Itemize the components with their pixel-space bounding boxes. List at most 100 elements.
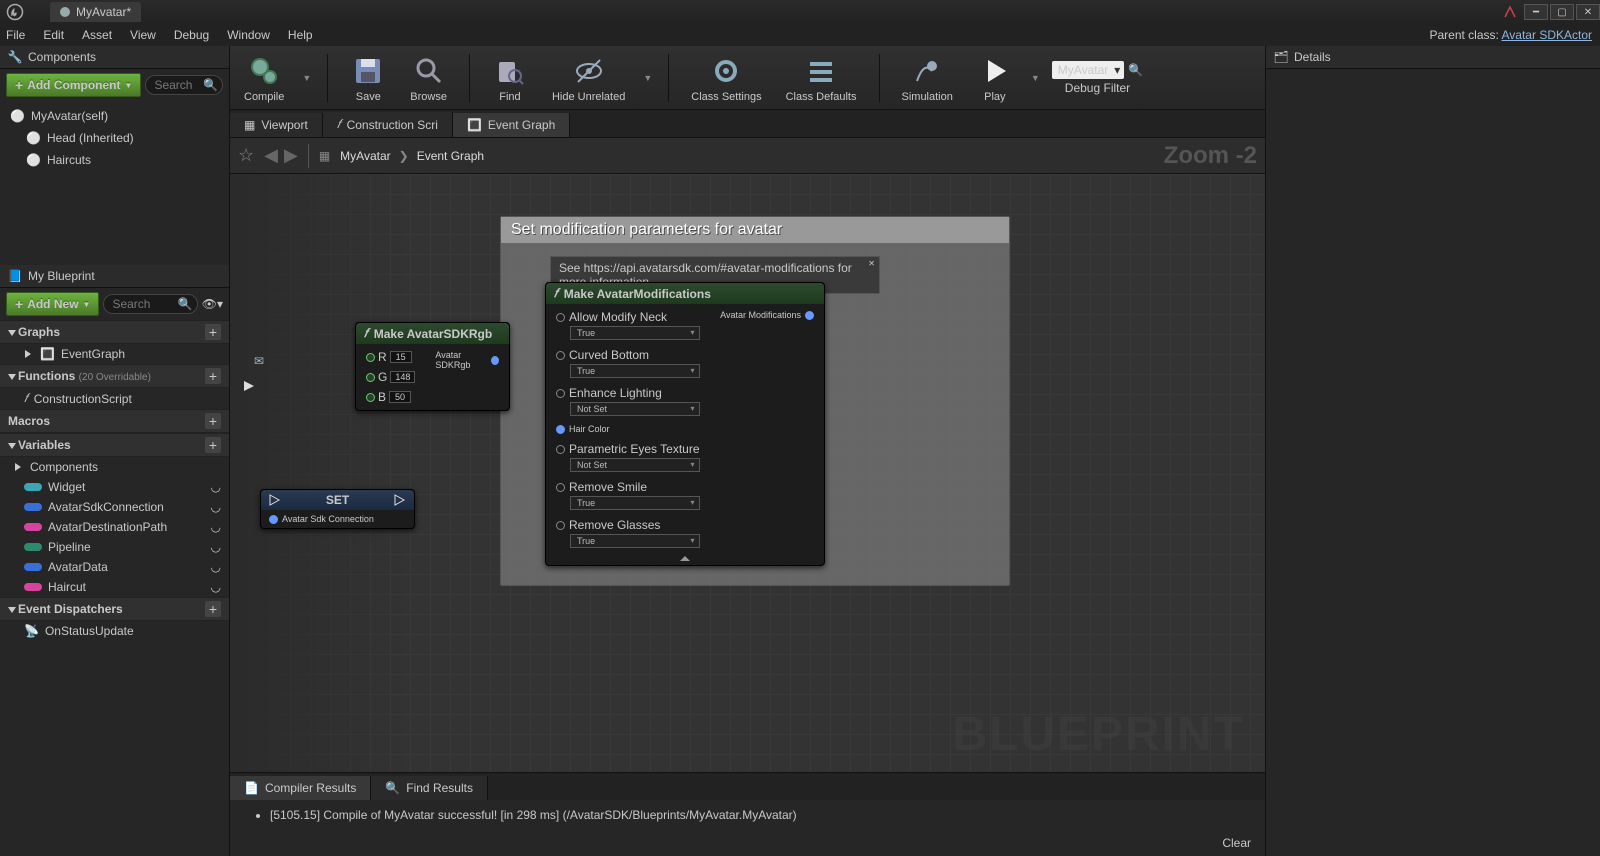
variable-item[interactable]: Haircut◡	[0, 577, 229, 597]
find-button[interactable]: Find	[486, 51, 534, 105]
input-pin[interactable]	[556, 425, 565, 434]
compiler-result-line[interactable]: [5105.15] Compile of MyAvatar successful…	[270, 808, 1245, 822]
visibility-toggle-icon[interactable]: ◡	[211, 500, 221, 514]
variable-item[interactable]: Pipeline◡	[0, 537, 229, 557]
eye-icon[interactable]: 👁▾	[202, 297, 223, 311]
close-button[interactable]: ✕	[1576, 4, 1600, 20]
browse-button[interactable]: Browse	[404, 51, 453, 105]
variable-item[interactable]: Widget◡	[0, 477, 229, 497]
add-dispatcher-button[interactable]: +	[205, 601, 221, 617]
enum-dropdown[interactable]: True	[570, 326, 700, 340]
dispatcher-item[interactable]: 📡OnStatusUpdate	[0, 621, 229, 641]
exec-pin-out[interactable]	[394, 494, 406, 506]
input-pin[interactable]	[556, 483, 565, 492]
variables-sub-components[interactable]: Components	[0, 457, 229, 477]
output-pin-avatar-modifications[interactable]: Avatar Modifications	[720, 310, 814, 320]
value-input[interactable]: 148	[390, 371, 415, 383]
component-item-root[interactable]: ⚪ MyAvatar(self)	[0, 105, 229, 127]
clear-button[interactable]: Clear	[1222, 836, 1251, 850]
components-search-input[interactable]: Search 🔍	[145, 75, 223, 95]
function-item-construction[interactable]: 𝑓ConstructionScript	[0, 388, 229, 409]
value-input[interactable]: 15	[390, 351, 412, 363]
minimize-button[interactable]: ━	[1524, 4, 1548, 20]
visibility-toggle-icon[interactable]: ◡	[211, 480, 221, 494]
nav-back-button[interactable]: ◀	[264, 145, 278, 166]
nav-forward-button[interactable]: ▶	[284, 145, 298, 166]
hide-dropdown-icon[interactable]: ▼	[643, 73, 652, 83]
collapse-up-icon[interactable]	[680, 556, 690, 561]
add-variable-button[interactable]: +	[205, 437, 221, 453]
input-pin[interactable]	[366, 373, 375, 382]
section-variables[interactable]: Variables +	[0, 433, 229, 457]
comment-title[interactable]: Set modification parameters for avatar	[501, 217, 1009, 243]
enum-dropdown[interactable]: True	[570, 534, 700, 548]
enum-dropdown[interactable]: True	[570, 364, 700, 378]
play-button[interactable]: Play	[971, 51, 1019, 105]
tab-find-results[interactable]: 🔍Find Results	[371, 776, 488, 800]
event-graph-canvas[interactable]: ✉ Set modification parameters for avatar…	[230, 174, 1265, 772]
menu-asset[interactable]: Asset	[82, 28, 112, 42]
add-function-button[interactable]: +	[205, 368, 221, 384]
input-pin[interactable]	[556, 351, 565, 360]
close-annotation-icon[interactable]: ✕	[868, 259, 875, 268]
favorite-icon[interactable]: ☆	[238, 145, 254, 166]
add-macro-button[interactable]: +	[205, 413, 221, 429]
enum-dropdown[interactable]: Not Set	[570, 458, 700, 472]
value-input[interactable]: 50	[389, 391, 411, 403]
tab-construction-script[interactable]: 𝑓Construction Scri	[323, 112, 453, 137]
menu-view[interactable]: View	[130, 28, 156, 42]
my-blueprint-header[interactable]: 📘 My Blueprint	[0, 265, 229, 288]
grid-icon[interactable]: ▦	[319, 149, 330, 163]
input-pin[interactable]	[556, 389, 565, 398]
visibility-toggle-icon[interactable]: ◡	[211, 540, 221, 554]
exec-pin-out[interactable]	[242, 379, 256, 396]
parent-class-link[interactable]: Avatar SDKActor	[1502, 28, 1592, 42]
enum-dropdown[interactable]: True	[570, 496, 700, 510]
crumb-asset[interactable]: MyAvatar	[340, 149, 390, 163]
add-component-button[interactable]: +Add Component▼	[6, 73, 141, 97]
output-pin-avatarsdkrgb[interactable]: Avatar SDKRgb	[435, 350, 499, 370]
simulation-button[interactable]: Simulation	[896, 51, 959, 105]
document-tab[interactable]: MyAvatar*	[50, 2, 141, 22]
graph-item-eventgraph[interactable]: 🔳EventGraph	[0, 344, 229, 364]
maximize-button[interactable]: ▢	[1550, 4, 1574, 20]
menu-window[interactable]: Window	[227, 28, 270, 42]
add-new-button[interactable]: +Add New▼	[6, 292, 99, 316]
visibility-toggle-icon[interactable]: ◡	[211, 560, 221, 574]
components-panel-header[interactable]: 🔧 Components	[0, 46, 229, 69]
debug-filter-combo[interactable]: MyAvatar	[1052, 61, 1124, 79]
variable-item[interactable]: AvatarSdkConnection◡	[0, 497, 229, 517]
variable-item[interactable]: AvatarDestinationPath◡	[0, 517, 229, 537]
compile-dropdown-icon[interactable]: ▼	[302, 73, 311, 83]
class-defaults-button[interactable]: Class Defaults	[780, 51, 863, 105]
input-pin[interactable]	[556, 445, 565, 454]
menu-file[interactable]: File	[6, 28, 25, 42]
section-graphs[interactable]: Graphs +	[0, 320, 229, 344]
menu-debug[interactable]: Debug	[174, 28, 209, 42]
compile-button[interactable]: Compile	[238, 51, 290, 105]
tab-viewport[interactable]: ▦Viewport	[230, 113, 323, 137]
input-pin-avatar-sdk-connection[interactable]: Avatar Sdk Connection	[269, 514, 374, 524]
section-dispatchers[interactable]: Event Dispatchers +	[0, 597, 229, 621]
tab-event-graph[interactable]: 🔳Event Graph	[453, 113, 570, 137]
input-pin[interactable]	[366, 393, 375, 402]
details-panel-header[interactable]: 🗂 Details	[1266, 46, 1600, 69]
menu-help[interactable]: Help	[288, 28, 313, 42]
section-macros[interactable]: Macros +	[0, 409, 229, 433]
visibility-toggle-icon[interactable]: ◡	[211, 520, 221, 534]
input-pin[interactable]	[556, 313, 565, 322]
node-make-avatarmodifications[interactable]: 𝑓Make AvatarModifications Allow Modify N…	[545, 282, 825, 566]
enum-dropdown[interactable]: Not Set	[570, 402, 700, 416]
input-pin[interactable]	[556, 521, 565, 530]
tab-compiler-results[interactable]: 📄Compiler Results	[230, 776, 371, 800]
node-make-avatarsdkrgb[interactable]: 𝑓Make AvatarSDKRgb R15G148B50 Avatar SDK…	[355, 322, 510, 411]
hide-unrelated-button[interactable]: Hide Unrelated	[546, 51, 631, 105]
myblueprint-search-input[interactable]: Search 🔍	[103, 294, 197, 314]
component-item-head[interactable]: ⚪ Head (Inherited)	[0, 127, 229, 149]
component-item-haircuts[interactable]: ⚪ Haircuts	[0, 149, 229, 171]
add-graph-button[interactable]: +	[205, 324, 221, 340]
save-button[interactable]: Save	[344, 51, 392, 105]
play-dropdown-icon[interactable]: ▼	[1031, 73, 1040, 83]
variable-item[interactable]: AvatarData◡	[0, 557, 229, 577]
input-pin[interactable]	[366, 353, 375, 362]
